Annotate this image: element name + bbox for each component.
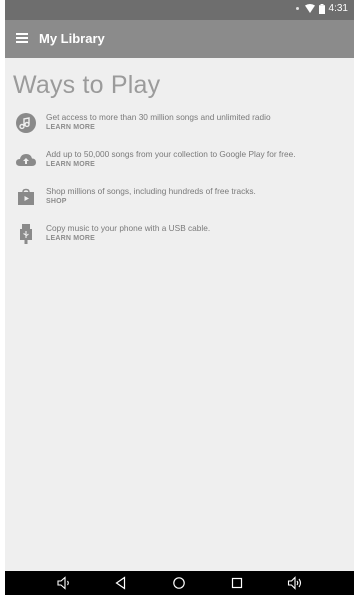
status-icons: 4:31 xyxy=(295,3,348,14)
hamburger-menu-icon[interactable] xyxy=(16,33,28,45)
back-icon[interactable] xyxy=(113,575,129,591)
battery-icon xyxy=(318,3,325,14)
usb-icon xyxy=(20,224,32,244)
app-title: My Library xyxy=(39,31,105,46)
option-text: Add up to 50,000 songs from your collect… xyxy=(46,149,296,159)
option-text: Shop millions of songs, including hundre… xyxy=(46,186,256,196)
wifi-icon xyxy=(304,4,315,13)
notification-dot-icon xyxy=(295,7,299,10)
home-icon[interactable] xyxy=(171,575,187,591)
learn-more-link[interactable]: LEARN MORE xyxy=(46,124,95,131)
learn-more-link[interactable]: LEARN MORE xyxy=(46,235,95,242)
option-usb: Copy music to your phone with a USB cabl… xyxy=(15,223,347,251)
cloud-upload-icon xyxy=(16,154,36,166)
option-text: Get access to more than 30 million songs… xyxy=(46,112,271,122)
option-shop: Shop millions of songs, including hundre… xyxy=(15,186,347,214)
option-upload: Add up to 50,000 songs from your collect… xyxy=(15,149,347,177)
learn-more-link[interactable]: LEARN MORE xyxy=(46,161,95,168)
navigation-bar xyxy=(5,571,354,595)
status-bar: 4:31 xyxy=(5,0,354,20)
section-title: Ways to Play xyxy=(13,71,161,99)
recents-icon[interactable] xyxy=(229,575,245,591)
app-bar: My Library xyxy=(5,20,354,58)
shopping-bag-icon xyxy=(18,188,34,205)
main-content: Ways to Play Get access to more than 30 … xyxy=(5,58,354,571)
music-note-icon xyxy=(16,113,36,133)
volume-down-icon[interactable] xyxy=(56,575,72,591)
volume-up-icon[interactable] xyxy=(287,575,303,591)
shop-link[interactable]: SHOP xyxy=(46,198,67,205)
option-subscription: Get access to more than 30 million songs… xyxy=(15,112,347,140)
app-frame: 4:31 My Library Ways to Play Get access … xyxy=(5,0,354,595)
option-text: Copy music to your phone with a USB cabl… xyxy=(46,223,211,233)
status-time: 4:31 xyxy=(328,3,348,14)
